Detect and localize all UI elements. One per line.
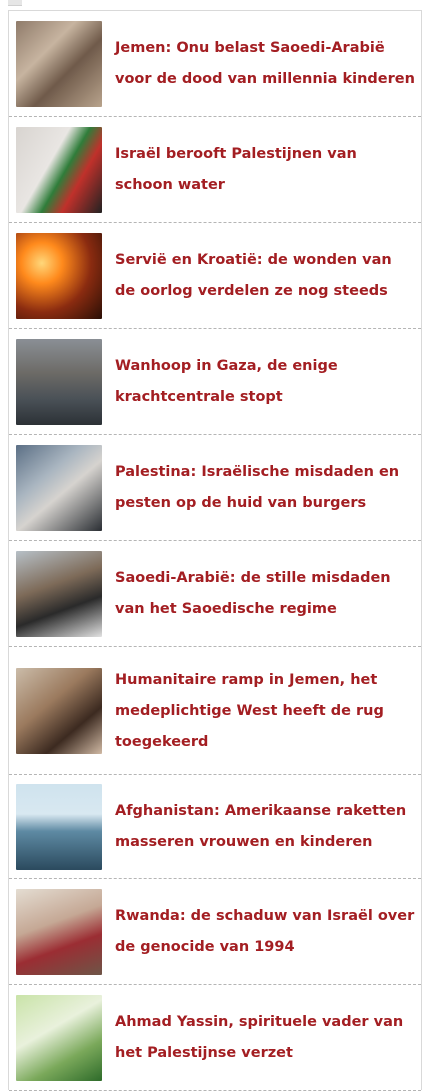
article-title-link[interactable]: Ahmad Yassin, spirituele vader van het P… [115,1007,415,1069]
article-list: Jemen: Onu belast Saoedi-Arabië voor de … [9,11,421,1091]
article-thumbnail[interactable] [16,995,102,1081]
top-tab-marker [8,0,22,6]
article-thumbnail[interactable] [16,339,102,425]
article-title-link[interactable]: Wanhoop in Gaza, de enige krachtcentrale… [115,351,415,413]
article-title-link[interactable]: Afghanistan: Amerikaanse raketten masser… [115,796,415,858]
article-title-link[interactable]: Israël berooft Palestijnen van schoon wa… [115,139,415,201]
article-thumbnail[interactable] [16,445,102,531]
article-thumbnail[interactable] [16,233,102,319]
list-item[interactable]: Jemen: Onu belast Saoedi-Arabië voor de … [9,11,421,117]
article-title-link[interactable]: Jemen: Onu belast Saoedi-Arabië voor de … [115,33,415,95]
article-title-link[interactable]: Saoedi-Arabië: de stille misdaden van he… [115,563,415,625]
article-title-link[interactable]: Palestina: Israëlische misdaden en peste… [115,457,415,519]
article-title-link[interactable]: Humanitaire ramp in Jemen, het medeplich… [115,665,415,758]
article-title-link[interactable]: Rwanda: de schaduw van Israël over de ge… [115,901,415,963]
list-item[interactable]: Ahmad Yassin, spirituele vader van het P… [9,985,421,1091]
list-item[interactable]: Israël berooft Palestijnen van schoon wa… [9,117,421,223]
article-title-link[interactable]: Servië en Kroatië: de wonden van de oorl… [115,245,415,307]
article-thumbnail[interactable] [16,889,102,975]
article-thumbnail[interactable] [16,21,102,107]
article-list-panel: Jemen: Onu belast Saoedi-Arabië voor de … [8,10,422,1091]
article-thumbnail[interactable] [16,784,102,870]
article-thumbnail[interactable] [16,551,102,637]
list-item[interactable]: Rwanda: de schaduw van Israël over de ge… [9,879,421,985]
list-item[interactable]: Saoedi-Arabië: de stille misdaden van he… [9,541,421,647]
list-item[interactable]: Humanitaire ramp in Jemen, het medeplich… [9,647,421,775]
article-thumbnail[interactable] [16,668,102,754]
list-item[interactable]: Wanhoop in Gaza, de enige krachtcentrale… [9,329,421,435]
list-item[interactable]: Palestina: Israëlische misdaden en peste… [9,435,421,541]
list-item[interactable]: Servië en Kroatië: de wonden van de oorl… [9,223,421,329]
list-item[interactable]: Afghanistan: Amerikaanse raketten masser… [9,775,421,879]
article-thumbnail[interactable] [16,127,102,213]
